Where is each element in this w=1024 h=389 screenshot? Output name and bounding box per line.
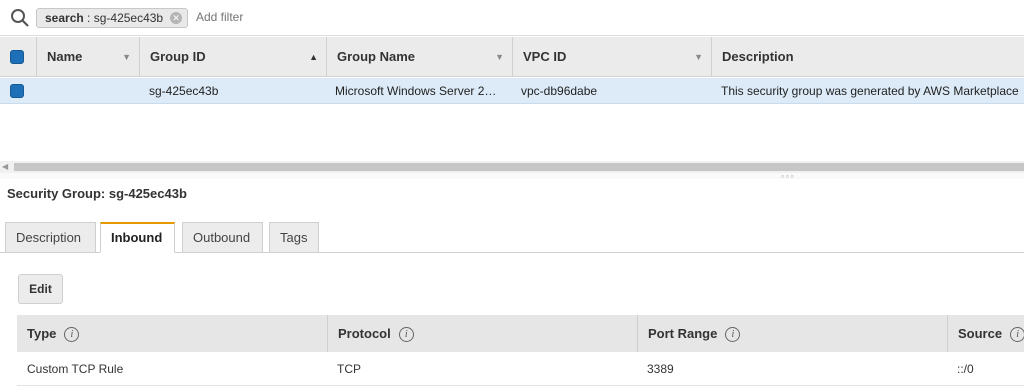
column-header-vpc-id[interactable]: VPC ID ▼ (512, 37, 711, 77)
horizontal-scrollbar[interactable]: ◀ (0, 161, 1024, 173)
close-icon[interactable]: ✕ (170, 12, 183, 24)
rule-type: Custom TCP Rule (27, 362, 124, 376)
table-row[interactable]: sg-425ec43b Microsoft Windows Server 2… … (0, 78, 1024, 104)
sort-down-icon: ▼ (694, 52, 703, 62)
edit-button[interactable]: Edit (18, 274, 63, 304)
pane-splitter[interactable]: ▫▫▫ (0, 173, 1024, 181)
rules-header-port-range: Port Range i (637, 315, 947, 352)
filter-token-value: sg-425ec43b (93, 11, 164, 25)
filter-bar: search : sg-425ec43b ✕ (0, 0, 1024, 36)
rules-header-type: Type i (17, 315, 327, 352)
info-icon[interactable]: i (64, 327, 80, 343)
search-icon[interactable] (10, 8, 30, 28)
column-header-name[interactable]: Name ▼ (36, 37, 139, 77)
info-icon[interactable]: i (725, 327, 741, 343)
detail-title: Security Group: sg-425ec43b (7, 186, 187, 201)
rules-header-protocol: Protocol i (327, 315, 637, 352)
cell-vpc-id: vpc-db96dabe (521, 84, 598, 98)
add-filter-input[interactable] (196, 10, 496, 24)
rules-table-header: Type i Protocol i Port Range i Source i (17, 315, 1024, 352)
scrollbar-thumb[interactable] (14, 163, 1024, 171)
drag-handle-icon[interactable]: ▫▫▫ (781, 173, 796, 181)
cell-name (46, 78, 136, 104)
rule-protocol: TCP (337, 362, 361, 376)
cell-group-id: sg-425ec43b (149, 84, 219, 98)
cell-description: This security group was generated by AWS… (721, 84, 1019, 98)
rule-port-range: 3389 (647, 362, 674, 376)
info-icon[interactable]: i (398, 327, 414, 343)
rule-row: Custom TCP Rule TCP 3389 ::/0 (17, 352, 1024, 386)
filter-token-key: search (45, 11, 84, 25)
cell-group-name: Microsoft Windows Server 2… (335, 84, 497, 98)
info-icon[interactable]: i (1010, 327, 1024, 343)
row-checkbox[interactable] (10, 84, 24, 98)
tab-description[interactable]: Description (5, 222, 96, 253)
sort-up-icon: ▲ (309, 52, 318, 62)
select-all-checkbox[interactable] (10, 50, 24, 64)
sort-down-icon: ▼ (122, 52, 131, 62)
column-header-group-id[interactable]: Group ID ▲ (139, 37, 326, 77)
rules-header-source: Source i (947, 315, 1024, 352)
tab-outbound[interactable]: Outbound (182, 222, 263, 253)
tab-inbound[interactable]: Inbound (100, 222, 175, 253)
column-header-group-name[interactable]: Group Name ▼ (326, 37, 512, 77)
column-header-description[interactable]: Description (711, 37, 1024, 77)
scroll-left-icon[interactable]: ◀ (2, 161, 8, 173)
filter-token[interactable]: search : sg-425ec43b ✕ (36, 8, 189, 28)
rule-source: ::/0 (957, 362, 974, 376)
tab-tags[interactable]: Tags (269, 222, 319, 253)
table-header: Name ▼ Group ID ▲ Group Name ▼ VPC ID ▼ … (0, 37, 1024, 77)
sort-down-icon: ▼ (495, 52, 504, 62)
